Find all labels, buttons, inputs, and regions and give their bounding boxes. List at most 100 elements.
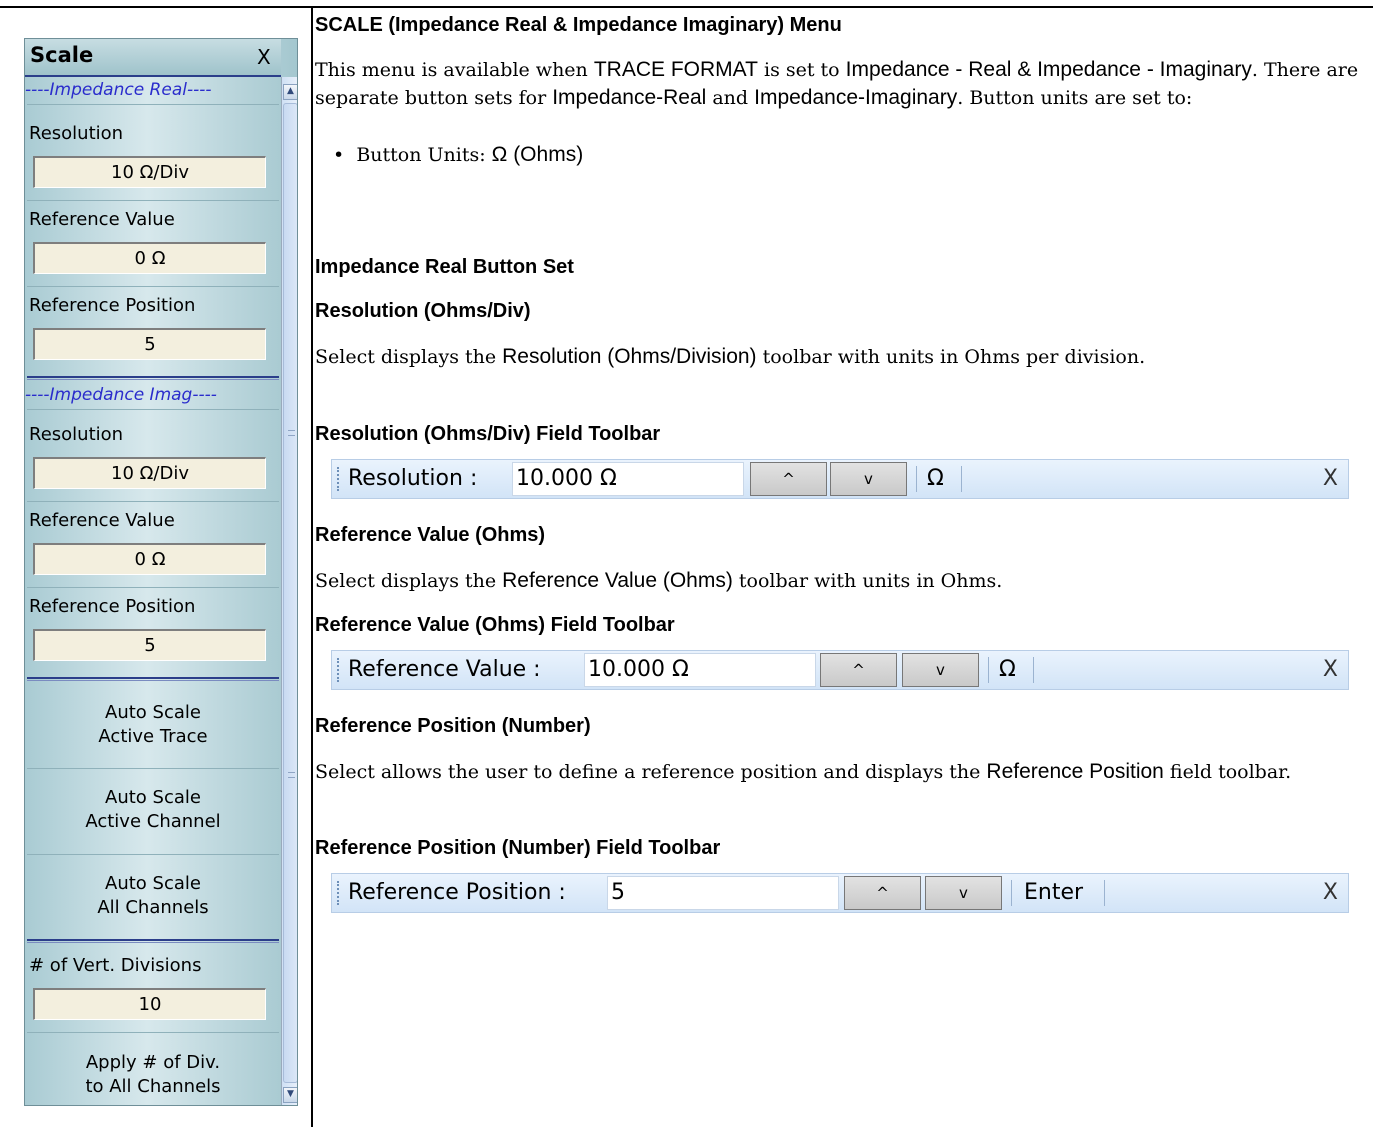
reference-position-input[interactable]: 5 <box>607 876 839 910</box>
divider <box>27 501 279 502</box>
toolbar-label: Resolution : <box>348 466 478 491</box>
text: Select displays the <box>315 346 503 368</box>
button-label-line: Auto Scale <box>105 702 201 723</box>
auto-scale-active-channel-button[interactable]: Auto Scale Active Channel <box>25 786 281 834</box>
divider <box>27 1032 279 1033</box>
real-reference-value-label: Reference Value <box>29 209 175 230</box>
text: Select displays the <box>315 570 503 592</box>
divider <box>961 466 962 492</box>
chevron-down-icon: v <box>936 661 945 679</box>
grip-icon[interactable] <box>337 467 339 491</box>
text: Reference Value (Ohms) <box>502 569 733 592</box>
enter-button[interactable]: Enter <box>1024 880 1083 905</box>
close-icon[interactable]: X <box>1323 657 1338 682</box>
scale-menu: Scale X ----Impedance Real---- Resolutio… <box>24 38 298 1106</box>
apply-divisions-button[interactable]: Apply # of Div. to All Channels <box>25 1051 281 1099</box>
resolution-toolbar: Resolution : 10.000 Ω ^ v Ω X <box>331 459 1349 499</box>
reference-value-toolbar: Reference Value : 10.000 Ω ^ v Ω X <box>331 650 1349 690</box>
decrement-button[interactable]: v <box>925 876 1002 910</box>
auto-scale-all-channels-button[interactable]: Auto Scale All Channels <box>25 872 281 920</box>
reference-position-toolbar-heading: Reference Position (Number) Field Toolba… <box>315 837 721 859</box>
imag-reference-position-label: Reference Position <box>29 596 196 617</box>
close-icon[interactable]: X <box>1323 880 1338 905</box>
text: Impedance-Imaginary <box>754 86 958 109</box>
resolution-input[interactable]: 10.000 Ω <box>512 462 744 496</box>
page-title: SCALE (Impedance Real & Impedance Imagin… <box>315 14 842 36</box>
button-label-line: Apply # of Div. <box>85 1052 221 1073</box>
divider <box>27 587 279 588</box>
real-resolution-label: Resolution <box>29 123 124 144</box>
grip-icon <box>288 772 295 778</box>
text: toolbar with units in Ohms. <box>732 570 1003 592</box>
resolution-heading: Resolution (Ohms/Div) <box>315 300 531 322</box>
bullet-item: • Button Units: Ω (Ohms) <box>333 143 583 167</box>
increment-button[interactable]: ^ <box>844 876 921 910</box>
reference-position-toolbar: Reference Position : 5 ^ v Enter X <box>331 873 1349 913</box>
chevron-down-icon: v <box>864 470 873 488</box>
chevron-down-icon[interactable]: ▼ <box>283 1087 297 1103</box>
chevron-up-icon: ^ <box>782 470 795 488</box>
section-impedance-imag: ----Impedance Imag---- <box>25 385 217 405</box>
real-reference-value-field[interactable]: 0 Ω <box>33 242 266 274</box>
divider <box>27 200 279 201</box>
text: Reference Position <box>986 760 1164 783</box>
button-label-line: Auto Scale <box>105 787 201 808</box>
decrement-button[interactable]: v <box>830 462 907 496</box>
menu-close-button[interactable]: X <box>257 45 271 69</box>
real-reference-position-label: Reference Position <box>29 295 196 316</box>
text: Resolution (Ohms/Division) <box>502 345 757 368</box>
chevron-up-icon: ^ <box>876 884 889 902</box>
section-separator <box>27 376 279 380</box>
section-separator <box>27 939 279 943</box>
chevron-down-icon: v <box>959 884 968 902</box>
menu-header: Scale X <box>25 39 281 77</box>
divider <box>27 854 279 855</box>
button-label-line: Active Trace <box>98 726 208 747</box>
reference-value-heading: Reference Value (Ohms) <box>315 524 546 546</box>
grip-icon <box>288 430 295 436</box>
divider <box>27 104 279 105</box>
imag-reference-value-label: Reference Value <box>29 510 175 531</box>
chevron-up-icon[interactable]: ▲ <box>283 84 297 100</box>
reference-value-description: Select displays the Reference Value (Ohm… <box>315 567 1365 595</box>
increment-button[interactable]: ^ <box>820 653 897 687</box>
close-icon[interactable]: X <box>1323 466 1338 491</box>
bullet-icon: • <box>333 144 345 166</box>
real-resolution-field[interactable]: 10 Ω/Div <box>33 156 266 188</box>
column-divider <box>311 6 313 1127</box>
reference-value-input[interactable]: 10.000 Ω <box>584 653 816 687</box>
imag-reference-position-field[interactable]: 5 <box>33 629 266 661</box>
divider <box>27 768 279 769</box>
text: toolbar with units in Ohms per division. <box>756 346 1146 368</box>
button-label-line: Active Channel <box>85 811 221 832</box>
reference-position-heading: Reference Position (Number) <box>315 715 591 737</box>
imag-reference-value-field[interactable]: 0 Ω <box>33 543 266 575</box>
text: Ω (Ohms) <box>491 143 584 166</box>
text: is set to <box>757 59 846 81</box>
divider <box>1033 657 1034 683</box>
menu-scrollbar[interactable]: ▲ ▼ <box>281 77 297 1105</box>
button-label-line: All Channels <box>97 897 209 918</box>
resolution-toolbar-heading: Resolution (Ohms/Div) Field Toolbar <box>315 423 661 445</box>
button-label-line: to All Channels <box>85 1076 221 1097</box>
scroll-thumb[interactable] <box>283 103 297 1083</box>
imag-resolution-label: Resolution <box>29 424 124 445</box>
increment-button[interactable]: ^ <box>750 462 827 496</box>
unit-button[interactable]: Ω <box>927 466 944 491</box>
menu-title: Scale <box>30 43 94 67</box>
auto-scale-active-trace-button[interactable]: Auto Scale Active Trace <box>25 701 281 749</box>
imag-resolution-field[interactable]: 10 Ω/Div <box>33 457 266 489</box>
text: . Button units are set to: <box>957 87 1193 109</box>
intro-paragraph: This menu is available when TRACE FORMAT… <box>315 56 1365 112</box>
real-reference-position-field[interactable]: 5 <box>33 328 266 360</box>
vert-divisions-field[interactable]: 10 <box>33 988 266 1020</box>
text: and <box>706 87 755 109</box>
grip-icon[interactable] <box>337 658 339 682</box>
text: Impedance - Real & Impedance - Imaginary <box>845 58 1252 81</box>
section-separator <box>27 677 279 681</box>
divider <box>916 466 917 492</box>
grip-icon[interactable] <box>337 881 339 905</box>
decrement-button[interactable]: v <box>902 653 979 687</box>
unit-button[interactable]: Ω <box>999 657 1016 682</box>
reference-position-description: Select allows the user to define a refer… <box>315 758 1365 786</box>
